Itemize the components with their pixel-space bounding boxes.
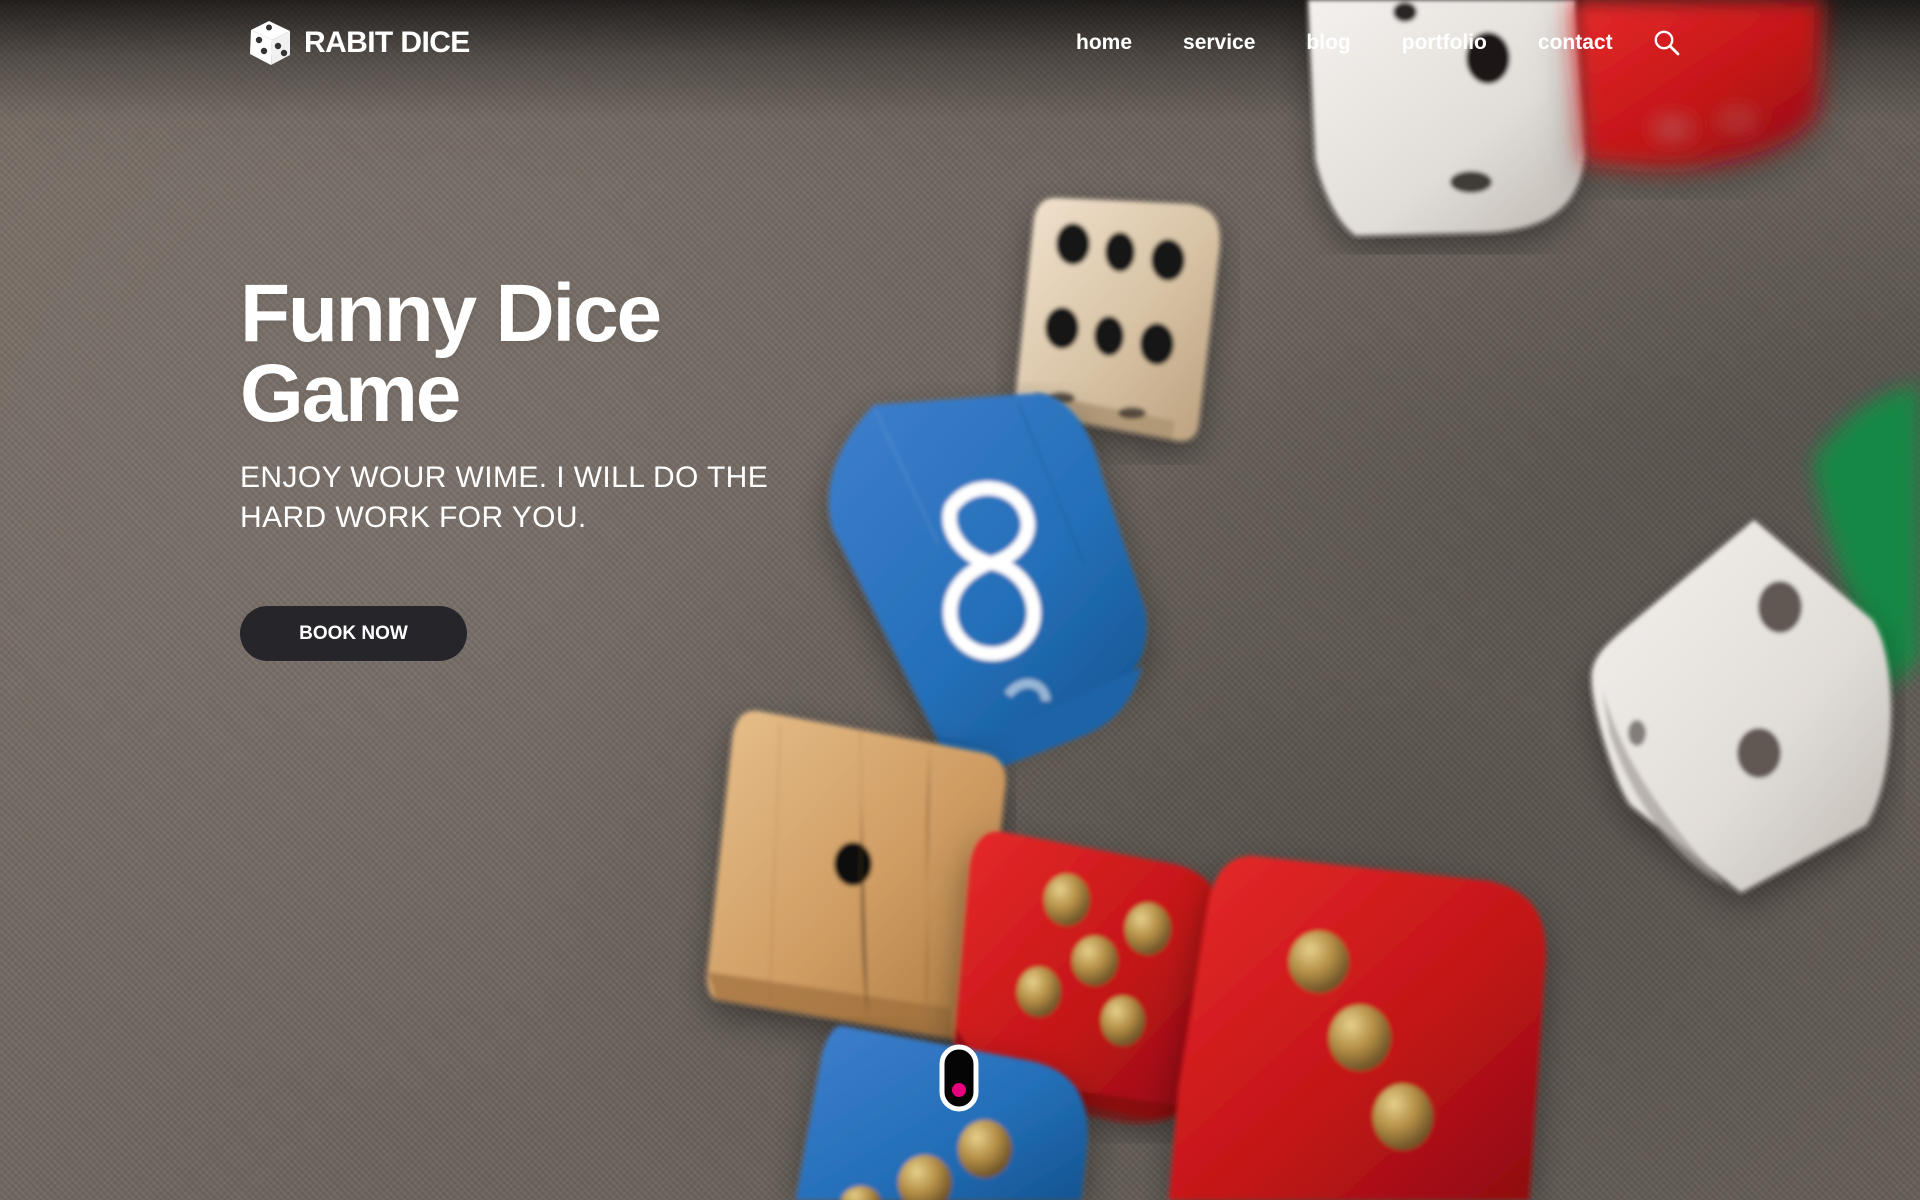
book-now-button[interactable]: BOOK NOW xyxy=(240,606,467,661)
nav-link-service[interactable]: service xyxy=(1183,31,1255,55)
hero-section: Funny Dice Game ENJOY WOUR WIME. I WILL … xyxy=(240,268,850,661)
scroll-indicator-icon[interactable] xyxy=(938,1044,980,1112)
search-button[interactable] xyxy=(1652,28,1682,58)
search-icon xyxy=(1654,30,1680,56)
nav-link-blog[interactable]: blog xyxy=(1306,31,1350,55)
brand-link[interactable]: RABIT DICE xyxy=(246,20,470,66)
nav-link-home[interactable]: home xyxy=(1076,31,1132,55)
nav-link-portfolio[interactable]: portfolio xyxy=(1402,31,1487,55)
page: RABIT DICE home service blog portfolio c… xyxy=(0,0,1920,1200)
main-nav: home service blog portfolio contact xyxy=(1076,28,1613,58)
hero-subtitle: ENJOY WOUR WIME. I WILL DO THE HARD WORK… xyxy=(240,461,769,534)
hero-title: Funny Dice Game xyxy=(240,268,662,439)
nav-link-contact[interactable]: contact xyxy=(1538,31,1613,55)
dice-logo-icon xyxy=(250,21,290,65)
top-navigation: RABIT DICE home service blog portfolio c… xyxy=(0,0,1920,86)
brand-name: RABIT DICE xyxy=(304,26,470,59)
